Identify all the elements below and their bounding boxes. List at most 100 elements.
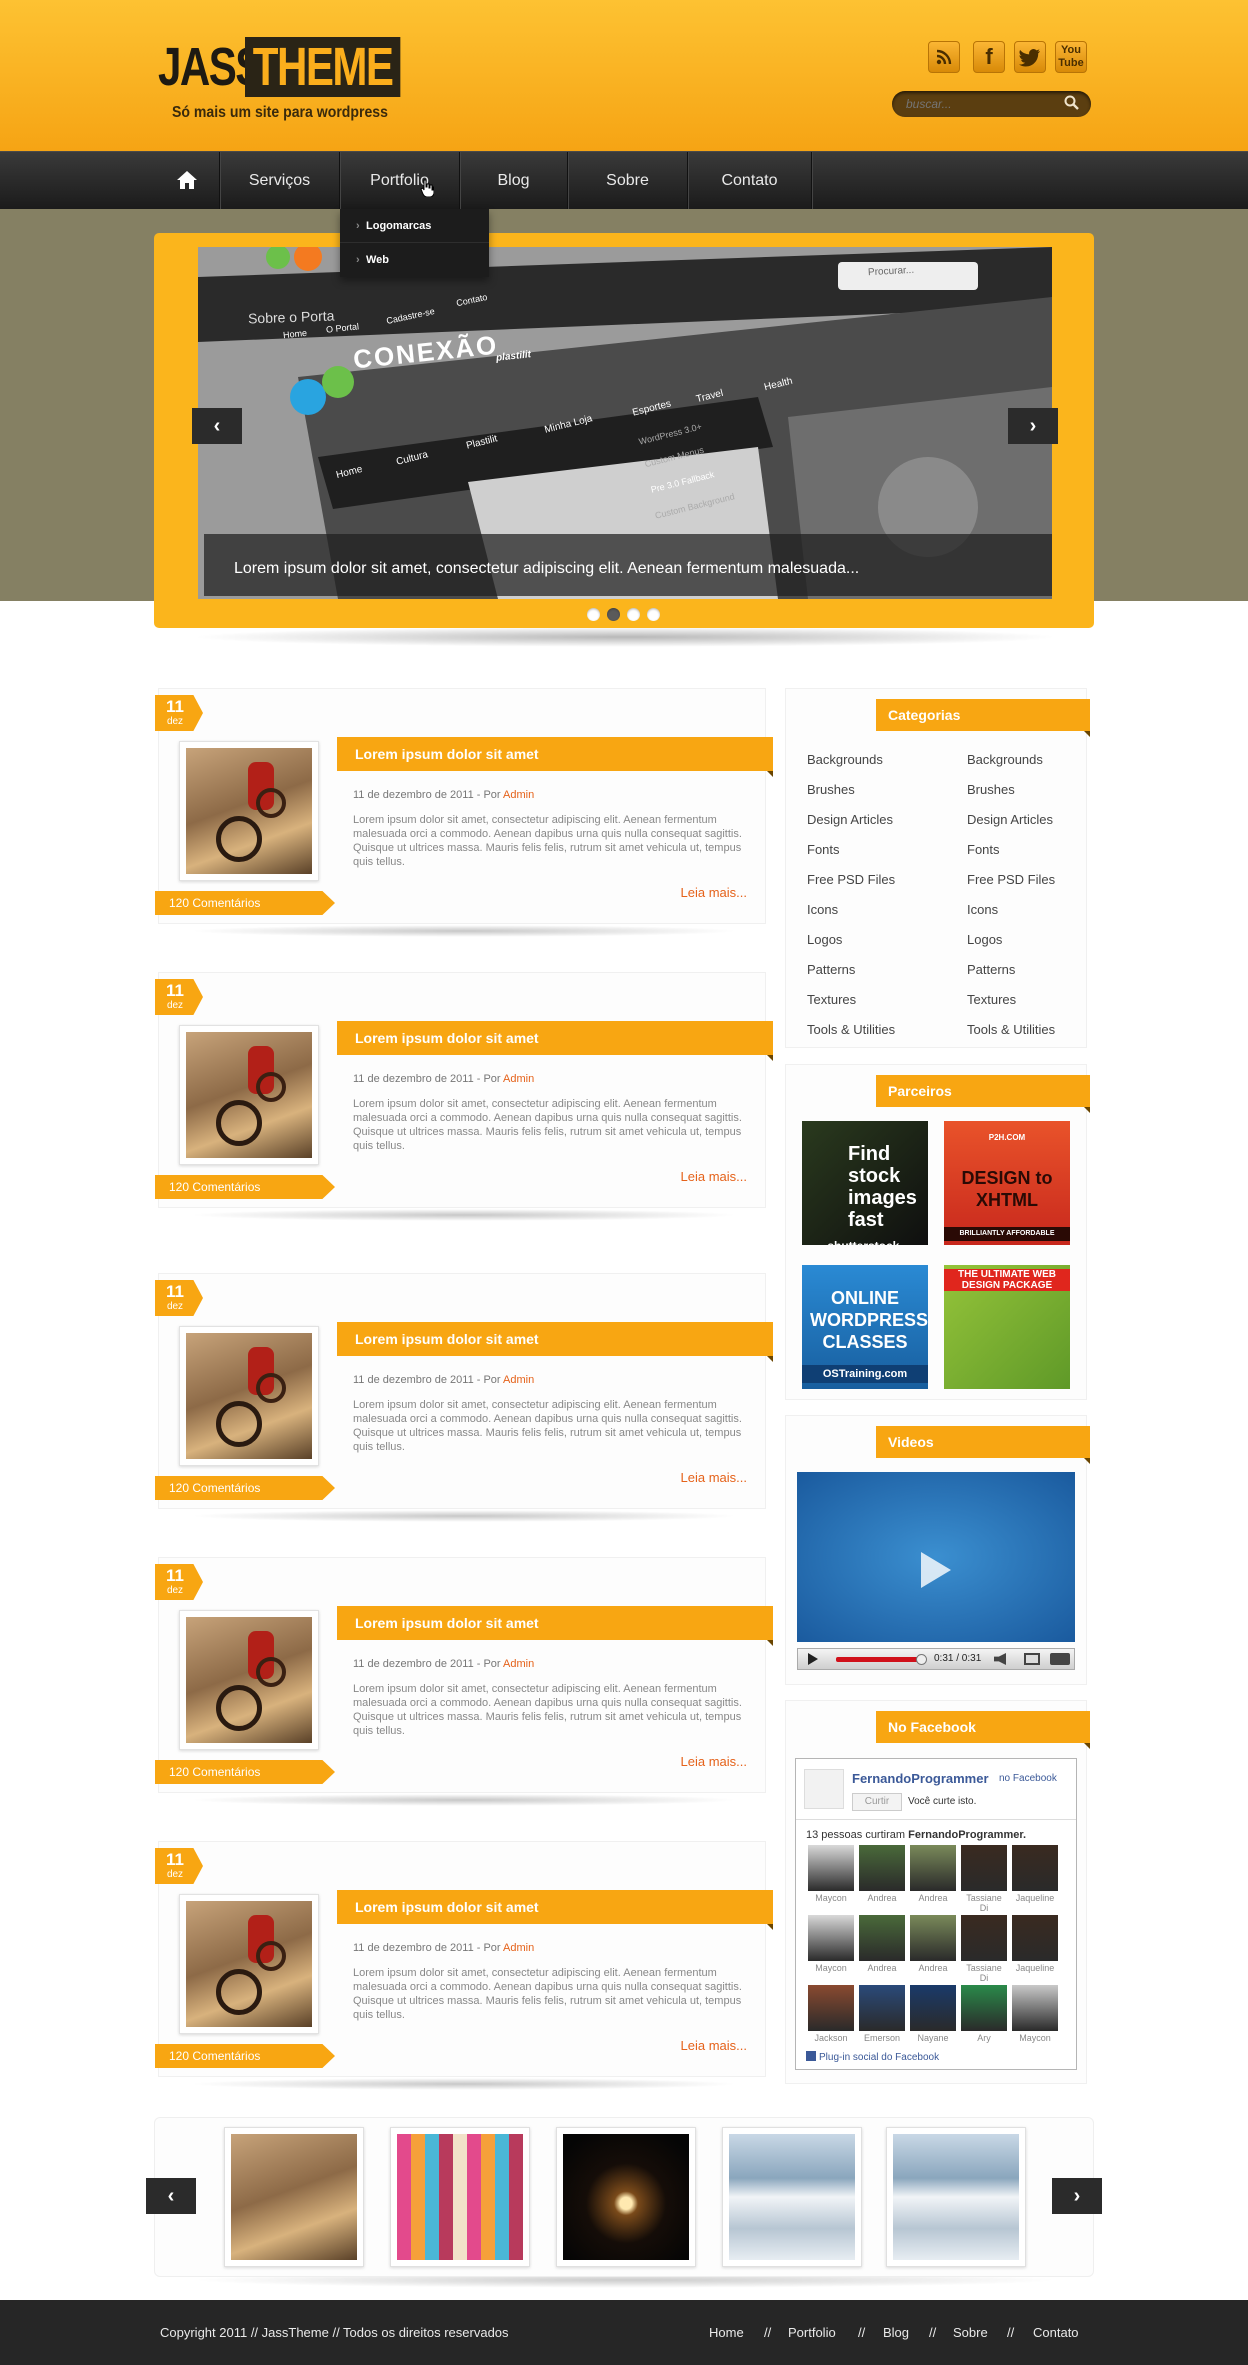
facebook-fan[interactable]: Ary (961, 1985, 1007, 2043)
partner-banner-ostraining[interactable]: ONLINE WORDPRESS CLASSES OSTraining.com (802, 1265, 928, 1389)
post-comments-link[interactable]: 120 Comentários (155, 891, 335, 915)
category-link[interactable]: Fonts (967, 842, 1000, 857)
gallery-thumb-snow-mountains-2[interactable] (886, 2127, 1026, 2267)
post-comments-link[interactable]: 120 Comentários (155, 2044, 335, 2068)
facebook-icon[interactable]: f (973, 41, 1005, 73)
volume-icon[interactable] (994, 1653, 1006, 1665)
gallery-next-button[interactable]: › (1052, 2178, 1102, 2214)
footer-link-blog[interactable]: Blog (883, 2325, 909, 2340)
search-icon[interactable] (1063, 94, 1083, 114)
category-link[interactable]: Backgrounds (967, 752, 1043, 767)
category-link[interactable]: Textures (967, 992, 1016, 1007)
footer-link-sobre[interactable]: Sobre (953, 2325, 988, 2340)
read-more-link[interactable]: Leia mais... (681, 1169, 747, 1184)
nav-item-contato[interactable]: Contato (688, 152, 812, 210)
expand-icon[interactable] (1050, 1653, 1070, 1665)
post-title[interactable]: Lorem ipsum dolor sit amet (337, 1606, 773, 1646)
read-more-link[interactable]: Leia mais... (681, 885, 747, 900)
category-link[interactable]: Logos (967, 932, 1002, 947)
category-link[interactable]: Patterns (807, 962, 855, 977)
fullscreen-icon[interactable] (1024, 1653, 1040, 1665)
facebook-fan[interactable]: Jackson (808, 1985, 854, 2043)
category-link[interactable]: Free PSD Files (807, 872, 895, 887)
footer-link-contato[interactable]: Contato (1033, 2325, 1079, 2340)
category-link[interactable]: Tools & Utilities (807, 1022, 895, 1037)
search-input[interactable] (892, 91, 1091, 117)
facebook-fan[interactable]: Andrea (859, 1845, 905, 1903)
post-thumbnail[interactable] (179, 1610, 319, 1750)
post-comments-link[interactable]: 120 Comentários (155, 1760, 335, 1784)
gallery-thumb-yarn[interactable] (390, 2127, 530, 2267)
facebook-fan[interactable]: Emerson (859, 1985, 905, 2043)
facebook-fan[interactable]: Andrea (910, 1845, 956, 1903)
gallery-thumb-snow-mountains[interactable] (722, 2127, 862, 2267)
video-progress-bar[interactable] (836, 1657, 922, 1662)
facebook-on-label[interactable]: no Facebook (999, 1773, 1057, 1784)
nav-item-servicos[interactable]: Serviços (220, 152, 340, 210)
video-player[interactable] (797, 1472, 1075, 1642)
facebook-fan[interactable]: Tassiane Di (961, 1845, 1007, 1913)
post-comments-link[interactable]: 120 Comentários (155, 1476, 335, 1500)
facebook-page-logo[interactable] (804, 1769, 844, 1809)
category-link[interactable]: Icons (807, 902, 838, 917)
category-link[interactable]: Fonts (807, 842, 840, 857)
dropdown-item-web[interactable]: Web (340, 243, 489, 277)
category-link[interactable]: Tools & Utilities (967, 1022, 1055, 1037)
twitter-icon[interactable] (1014, 41, 1046, 73)
category-link[interactable]: Backgrounds (807, 752, 883, 767)
gallery-thumb-motocross[interactable] (224, 2127, 364, 2267)
post-title[interactable]: Lorem ipsum dolor sit amet (337, 1322, 773, 1362)
slider-dot[interactable] (587, 608, 600, 621)
slider-next-button[interactable]: › (1008, 408, 1058, 444)
post-title[interactable]: Lorem ipsum dolor sit amet (337, 1021, 773, 1061)
post-title[interactable]: Lorem ipsum dolor sit amet (337, 1890, 773, 1930)
read-more-link[interactable]: Leia mais... (681, 2038, 747, 2053)
partner-banner-p2h[interactable]: P2H.COM DESIGN to XHTML BRILLIANTLY AFFO… (944, 1121, 1070, 1245)
facebook-fan[interactable]: Maycon (808, 1915, 854, 1973)
category-link[interactable]: Brushes (807, 782, 855, 797)
partner-banner-webdesign-package[interactable]: THE ULTIMATE WEB DESIGN PACKAGE (944, 1265, 1070, 1389)
category-link[interactable]: Icons (967, 902, 998, 917)
gallery-thumb-galaxy[interactable] (556, 2127, 696, 2267)
read-more-link[interactable]: Leia mais... (681, 1754, 747, 1769)
category-link[interactable]: Design Articles (807, 812, 893, 827)
slider-dot-active[interactable] (607, 608, 620, 621)
facebook-like-button[interactable]: Curtir (852, 1793, 902, 1811)
gallery-prev-button[interactable]: ‹ (146, 2178, 196, 2214)
nav-item-sobre[interactable]: Sobre (568, 152, 688, 210)
video-scrubber[interactable] (916, 1654, 927, 1665)
play-button-icon[interactable] (808, 1653, 818, 1665)
category-link[interactable]: Logos (807, 932, 842, 947)
nav-item-portfolio[interactable]: Portfolio (340, 152, 460, 210)
facebook-fan[interactable]: Andrea (910, 1915, 956, 1973)
post-author-link[interactable]: Admin (503, 789, 534, 801)
category-link[interactable]: Brushes (967, 782, 1015, 797)
nav-item-blog[interactable]: Blog (460, 152, 568, 210)
post-thumbnail[interactable] (179, 1025, 319, 1165)
dropdown-item-logomarcas[interactable]: Logomarcas (340, 209, 489, 243)
post-thumbnail[interactable] (179, 1326, 319, 1466)
partner-banner-shutterstock[interactable]: Find stock images fast shutterstock. (802, 1121, 928, 1245)
slider-prev-button[interactable]: ‹ (192, 408, 242, 444)
facebook-fan[interactable]: Andrea (859, 1915, 905, 1973)
play-icon[interactable] (921, 1552, 951, 1588)
category-link[interactable]: Patterns (967, 962, 1015, 977)
category-link[interactable]: Design Articles (967, 812, 1053, 827)
facebook-fan[interactable]: Maycon (1012, 1985, 1058, 2043)
post-author-link[interactable]: Admin (503, 1374, 534, 1386)
facebook-fan[interactable]: Maycon (808, 1845, 854, 1903)
category-link[interactable]: Textures (807, 992, 856, 1007)
post-title[interactable]: Lorem ipsum dolor sit amet (337, 737, 773, 777)
facebook-fan[interactable]: Tassiane Di (961, 1915, 1007, 1983)
slider-dot[interactable] (647, 608, 660, 621)
facebook-page-name[interactable]: FernandoProgrammer (852, 1771, 989, 1786)
post-comments-link[interactable]: 120 Comentários (155, 1175, 335, 1199)
post-author-link[interactable]: Admin (503, 1073, 534, 1085)
footer-link-portfolio[interactable]: Portfolio (788, 2325, 836, 2340)
slider-dot[interactable] (627, 608, 640, 621)
post-thumbnail[interactable] (179, 1894, 319, 2034)
category-link[interactable]: Free PSD Files (967, 872, 1055, 887)
facebook-plugin-label[interactable]: Plug-in social do Facebook (806, 2051, 939, 2063)
rss-icon[interactable] (928, 41, 960, 73)
facebook-fan[interactable]: Jaqueline (1012, 1845, 1058, 1903)
